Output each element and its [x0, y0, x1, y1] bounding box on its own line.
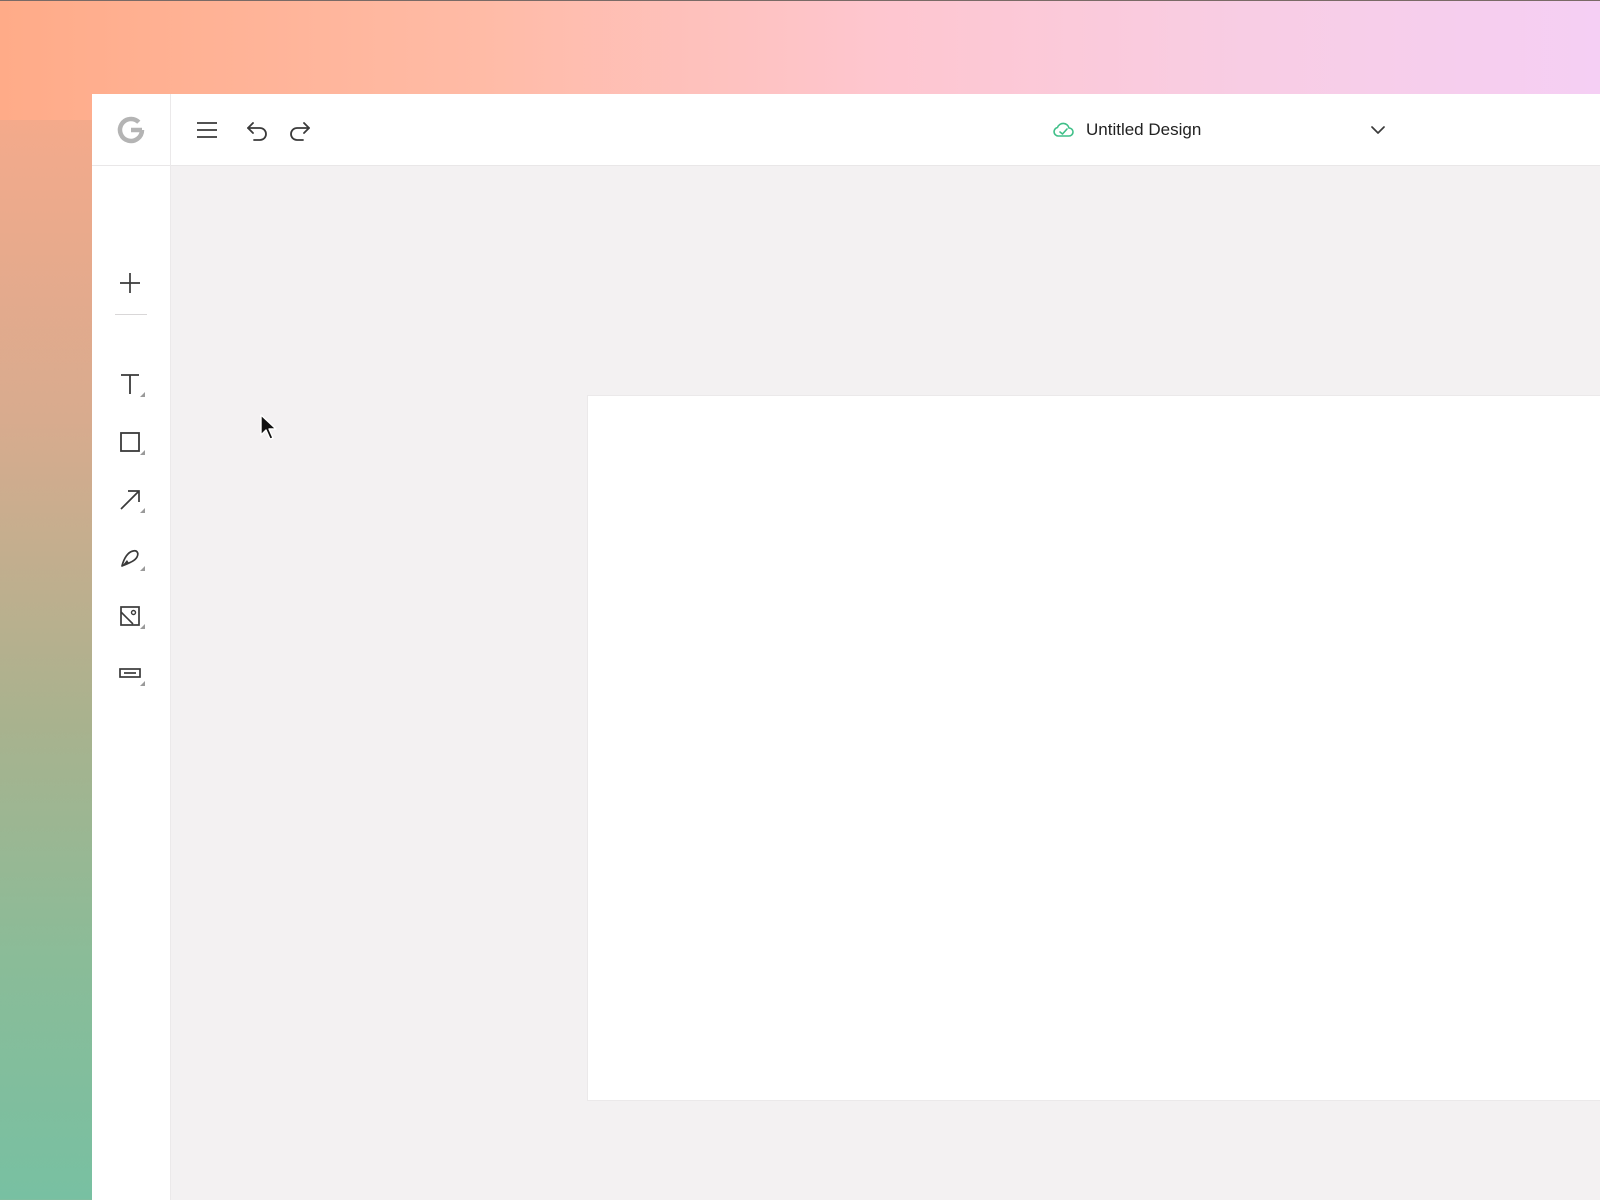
submenu-indicator [140, 508, 145, 513]
canvas-area[interactable] [171, 166, 1600, 1200]
button-component-icon [119, 668, 141, 678]
component-tool[interactable] [110, 653, 150, 693]
text-tool[interactable] [110, 364, 150, 404]
arrow-tool-icon [120, 490, 140, 510]
toolbar-divider [115, 314, 147, 315]
artboard[interactable] [588, 396, 1600, 1100]
app-logo-g-icon[interactable] [116, 115, 146, 145]
chevron-down-icon [1371, 126, 1385, 134]
title-dropdown-button[interactable] [1360, 112, 1396, 148]
document-title-group[interactable]: Untitled Design [1052, 112, 1201, 148]
hamburger-menu-icon [197, 122, 217, 138]
mouse-cursor-icon [260, 414, 277, 440]
document-title[interactable]: Untitled Design [1086, 120, 1201, 140]
undo-button[interactable] [239, 112, 275, 148]
image-tool-icon [120, 606, 140, 626]
redo-icon [290, 122, 310, 141]
top-toolbar: Untitled Design [92, 94, 1600, 166]
submenu-indicator [140, 450, 145, 455]
cloud-check-icon [1053, 122, 1074, 137]
pen-tool-icon [121, 549, 139, 567]
menu-button[interactable] [189, 112, 225, 148]
screen-top-edge [0, 0, 1600, 1]
text-tool-icon [121, 374, 139, 394]
arrow-tool[interactable] [110, 480, 150, 520]
submenu-indicator [140, 566, 145, 571]
rectangle-tool[interactable] [110, 422, 150, 462]
tool-sidebar [92, 166, 171, 1200]
logo-cell [92, 94, 171, 166]
undo-icon [247, 122, 267, 141]
redo-button[interactable] [282, 112, 318, 148]
submenu-indicator [140, 392, 145, 397]
plus-icon [120, 273, 140, 293]
add-button[interactable] [110, 263, 150, 303]
pen-tool[interactable] [110, 538, 150, 578]
submenu-indicator [140, 624, 145, 629]
image-tool[interactable] [110, 596, 150, 636]
design-app-window: Untitled Design [92, 94, 1600, 1200]
submenu-indicator [140, 681, 145, 686]
rectangle-tool-icon [120, 432, 140, 452]
